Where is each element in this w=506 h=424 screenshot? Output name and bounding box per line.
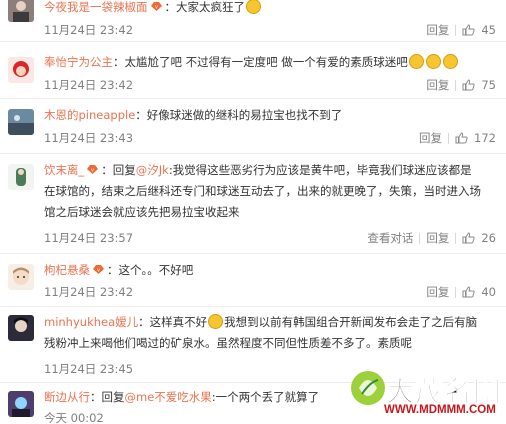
angry-emoji-icon	[442, 54, 458, 69]
avatar[interactable]	[8, 315, 34, 341]
comment-item: 奉怡宁为公主：太尴尬了吧 不过得有一定度吧 做一个有爱的素质球迷吧 11月24日…	[0, 42, 506, 99]
thumbs-up-icon[interactable]	[462, 79, 475, 91]
comment-item: 饮末离_ v ：回复@汐Jk:我觉得这些恶劣行为应该是黄牛吧，毕竟我们球迷应该都是 …	[0, 154, 506, 254]
comment-username[interactable]: 奉怡宁为公主	[44, 55, 113, 69]
vip-badge-icon: v	[86, 161, 99, 174]
mention-link[interactable]: @汐Jk	[136, 163, 169, 177]
comment-text: ：太尴尬了吧 不过得有一定度吧 做一个有爱的素质球迷吧	[113, 55, 408, 69]
comment-item: 枸杞悬桑 v ：这个。。不好吧 11月24日 23:42 回复 40	[0, 254, 506, 307]
vip-badge-icon: v	[150, 0, 163, 11]
laughing-emoji-icon	[246, 0, 261, 14]
site-watermark: 大茂名网 WWW.MDMMM.COM	[348, 366, 504, 422]
view-conversation-button[interactable]: 查看对话	[367, 230, 413, 246]
vip-badge-icon: v	[92, 261, 105, 274]
comment-item: 今夜我是一袋辣椒面 v ：大家太疯狂了 11月24日 23:42 回复 45	[0, 0, 506, 42]
thumbs-up-icon[interactable]	[462, 286, 475, 298]
comment-text: ：好像球迷做的继科的易拉宝也找不到了	[135, 108, 343, 122]
comment-time: 今天 00:02	[44, 411, 104, 424]
thumbs-up-icon[interactable]	[455, 132, 468, 144]
divider	[455, 24, 457, 36]
reply-prefix: ：回复	[90, 390, 125, 404]
divider	[455, 79, 457, 91]
comment-text-line: 馆之后球迷会就应该先把易拉宝收起来	[44, 205, 240, 219]
divider	[455, 286, 457, 298]
svg-text:v: v	[97, 268, 100, 274]
avatar[interactable]	[8, 164, 34, 190]
comment-text: 我想到以前有韩国组合开新闻发布会走了之后有脑	[224, 315, 478, 329]
avatar[interactable]	[8, 264, 34, 290]
comment-time: 11月24日 23:45	[44, 362, 134, 376]
comment-username[interactable]: minhyukhea嫒儿	[44, 315, 138, 329]
thumbs-up-icon[interactable]	[462, 24, 475, 36]
comment-item: 木恩的pineapple：好像球迷做的继科的易拉宝也找不到了 11月24日 23…	[0, 99, 506, 154]
svg-text:v: v	[155, 5, 158, 11]
like-count: 26	[481, 231, 496, 245]
comment-time: 11月24日 23:42	[44, 23, 134, 37]
divider	[419, 232, 421, 244]
thumbs-up-icon[interactable]	[462, 232, 475, 244]
avatar[interactable]	[8, 0, 34, 22]
comment-text: ：这样真不好	[138, 315, 208, 329]
like-count: 75	[481, 78, 496, 92]
like-count: 40	[481, 285, 496, 299]
comment-text: :我觉得这些恶劣行为应该是黄牛吧，毕竟我们球迷应该都是	[168, 163, 472, 177]
comment-time: 11月24日 23:43	[44, 131, 134, 145]
comment-username[interactable]: 枸杞悬桑	[44, 263, 90, 277]
comment-time: 11月24日 23:42	[44, 285, 134, 299]
like-count: 45	[481, 23, 496, 37]
reply-button[interactable]: 回复	[426, 77, 449, 93]
comment-text: :一个两个丢了就算了	[211, 390, 320, 404]
comment-text: ：这个。。不好吧	[107, 263, 194, 277]
reply-button[interactable]: 回复	[426, 230, 449, 246]
mention-link[interactable]: @me不爱吃水果	[125, 390, 212, 404]
angry-emoji-icon	[425, 54, 441, 69]
svg-text:v: v	[91, 168, 94, 174]
comment-username[interactable]: 断边从行	[44, 390, 90, 404]
reply-button[interactable]: 回复	[426, 284, 449, 300]
divider	[448, 132, 450, 144]
like-count: 172	[474, 131, 496, 145]
comment-text: ：大家太疯狂了	[164, 0, 246, 14]
watermark-url: WWW.MDMMM.COM	[384, 404, 496, 416]
comment-text-line: 在球馆的，结束之后继科还专门和球迷互动去了，出来的就更晚了，失策，当时进入场	[44, 184, 481, 198]
comment-username[interactable]: 木恩的pineapple	[44, 108, 135, 122]
angry-emoji-icon	[408, 54, 424, 69]
comment-text-line: 残粉冲上来喝他们喝过的矿泉水。虽然程度不同但性质差不多了。素质呢	[44, 336, 412, 350]
avatar[interactable]	[8, 109, 34, 135]
comment-username[interactable]: 饮末离_	[44, 163, 84, 177]
reply-prefix: ：回复	[101, 163, 136, 177]
avatar[interactable]	[8, 57, 34, 83]
divider	[455, 232, 457, 244]
comment-time: 11月24日 23:42	[44, 78, 134, 92]
reply-button[interactable]: 回复	[419, 130, 442, 146]
comment-username[interactable]: 今夜我是一袋辣椒面	[44, 0, 148, 14]
reply-button[interactable]: 回复	[426, 22, 449, 38]
avatar[interactable]	[8, 391, 34, 417]
sweat-smile-emoji-icon	[208, 314, 224, 329]
comment-time: 11月24日 23:57	[44, 231, 134, 245]
